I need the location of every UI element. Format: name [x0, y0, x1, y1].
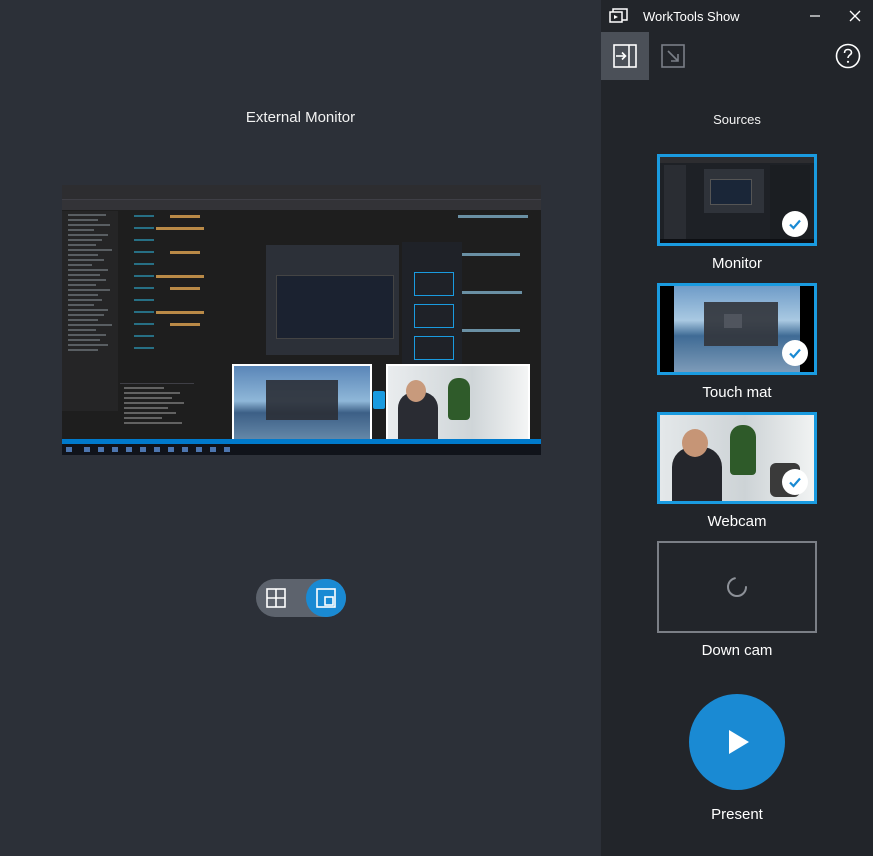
- source-thumbnail: [657, 541, 817, 633]
- layout-toggle: [256, 579, 346, 617]
- dock-panel-icon: [613, 44, 637, 68]
- preview-taskbar: [62, 444, 541, 455]
- checkmark-icon: [782, 211, 808, 237]
- window-title: WorkTools Show: [643, 9, 740, 24]
- present-screen-icon: [609, 8, 628, 23]
- source-thumbnail: [657, 412, 817, 504]
- dock-tab[interactable]: [601, 32, 649, 80]
- preview-output-pane: [120, 383, 194, 436]
- grid-layout-icon: [266, 588, 286, 608]
- source-monitor[interactable]: Monitor: [657, 154, 817, 272]
- source-label: Monitor: [711, 255, 763, 272]
- picture-in-picture-icon: [316, 588, 336, 608]
- source-label: Webcam: [707, 513, 767, 530]
- help-circle-icon: [835, 43, 861, 69]
- window-titlebar: WorkTools Show: [601, 0, 873, 32]
- source-down-cam[interactable]: Down cam: [657, 541, 817, 659]
- play-icon: [729, 730, 749, 754]
- grid-layout-button[interactable]: [256, 579, 296, 617]
- present-label: Present: [711, 806, 763, 823]
- preview-ide-toolbar: [62, 200, 541, 210]
- preview-ide-titlebar: [62, 185, 541, 193]
- source-label: Touch mat: [702, 384, 772, 401]
- sources-heading: Sources: [713, 112, 761, 127]
- external-monitor-preview: [62, 185, 541, 455]
- preview-nested-sidebar: [402, 242, 462, 382]
- preview-play-marker: [373, 391, 385, 409]
- minimize-button[interactable]: [804, 6, 826, 26]
- preview-solution-explorer: [62, 211, 118, 411]
- undock-tab[interactable]: [649, 32, 697, 80]
- source-label: Down cam: [701, 642, 773, 659]
- preview-ide-menubar: [62, 193, 541, 200]
- sources-sidebar: WorkTools Show Sources Monitor Touch mat…: [601, 0, 873, 856]
- checkmark-icon: [782, 469, 808, 495]
- preview-nested-app: [266, 245, 399, 355]
- loading-spinner-icon: [727, 577, 747, 597]
- checkmark-icon: [782, 340, 808, 366]
- preview-touchmat-pip: [232, 364, 372, 446]
- preview-webcam-pip: [386, 364, 530, 446]
- source-touch-mat[interactable]: Touch mat: [657, 283, 817, 401]
- source-webcam[interactable]: Webcam: [657, 412, 817, 530]
- mode-tabbar: [601, 32, 873, 80]
- undock-arrow-icon: [661, 44, 685, 68]
- close-button[interactable]: [844, 6, 866, 26]
- source-thumbnail: [657, 283, 817, 375]
- stage-title: External Monitor: [245, 109, 356, 126]
- minimize-icon: [810, 15, 820, 17]
- preview-stage: External Monitor: [0, 0, 601, 856]
- help-button[interactable]: [835, 43, 861, 69]
- close-icon: [849, 10, 861, 22]
- source-thumbnail: [657, 154, 817, 246]
- present-button[interactable]: [689, 694, 785, 790]
- pip-layout-button[interactable]: [306, 579, 346, 617]
